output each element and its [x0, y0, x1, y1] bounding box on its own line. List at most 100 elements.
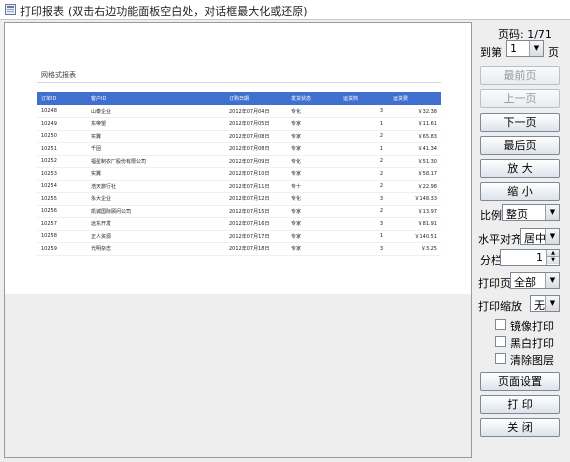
clear-layer-label: 清除图层 [510, 354, 554, 367]
table-cell: 专化 [287, 192, 339, 206]
table-cell: 永大企业 [87, 192, 225, 206]
goto-page-value: 1 [510, 42, 517, 55]
scale-label: 比例 [480, 209, 502, 222]
print-button[interactable]: 打 印 [480, 395, 560, 414]
table-cell: 专家 [287, 230, 339, 243]
report-table: 订单ID 客户ID 订购日期 发货状态 运货商 运货费 10248 山泰企业 201… [37, 92, 441, 256]
chevron-down-icon[interactable]: ▼ [545, 273, 559, 288]
print-preview-area[interactable]: 网格式报表 订单ID 客户ID 订购日期 发货状态 运货商 运货费 10248 山… [4, 22, 472, 458]
table-cell: 2012年07月16日 [225, 217, 287, 231]
mirror-print-checkbox[interactable]: 镜像打印 [495, 318, 565, 333]
zoom-in-button[interactable]: 放 大 [480, 159, 560, 178]
bw-print-checkbox[interactable]: 黑白打印 [495, 335, 565, 350]
spin-up-icon[interactable]: ▲ [547, 250, 559, 257]
table-cell: ￥81.91 [389, 217, 441, 231]
report-header-row: 订单ID 客户ID 订购日期 发货状态 运货商 运货费 [37, 92, 441, 105]
report-body: 10248 山泰企业 2012年07月04日 专化 3 ￥32.38 10249 东帝望 201… [37, 105, 441, 256]
halign-label: 水平对齐 [478, 233, 522, 246]
table-cell: 专家 [287, 242, 339, 256]
table-cell: 2012年07月18日 [225, 242, 287, 256]
column-header: 运货费 [389, 92, 441, 105]
table-cell: 专家 [287, 167, 339, 181]
table-cell: 10249 [37, 117, 87, 131]
table-cell: 10254 [37, 180, 87, 193]
columns-value: 1 [536, 251, 543, 264]
table-cell: 10257 [37, 217, 87, 231]
table-cell: 2012年07月10日 [225, 167, 287, 181]
table-cell: 专家 [287, 117, 339, 131]
print-scale-value: 无 [534, 299, 545, 312]
table-cell: 2012年07月08日 [225, 130, 287, 143]
table-cell: 光明杂志 [87, 242, 225, 256]
print-pages-value: 全部 [514, 276, 536, 289]
table-cell: 专家 [287, 205, 339, 218]
table-cell: 2 [339, 155, 389, 168]
prev-page-button[interactable]: 上一页 [480, 89, 560, 108]
table-cell: 2012年07月12日 [225, 192, 287, 206]
table-cell: 3 [339, 242, 389, 256]
table-cell: ￥140.51 [389, 230, 441, 243]
table-cell: 10252 [37, 155, 87, 168]
chevron-down-icon[interactable]: ▼ [545, 296, 559, 311]
spin-down-icon[interactable]: ▼ [547, 257, 559, 264]
scale-value: 整页 [506, 208, 528, 221]
table-cell: 2012年07月05日 [225, 117, 287, 131]
table-cell: 2012年07月08日 [225, 142, 287, 156]
table-cell: ￥11.61 [389, 117, 441, 131]
table-cell: 实翼 [87, 130, 225, 143]
chevron-down-icon[interactable]: ▼ [529, 41, 543, 56]
table-cell: 2012年07月04日 [225, 105, 287, 118]
checkbox-box[interactable] [495, 353, 506, 364]
table-cell: ￥51.30 [389, 155, 441, 168]
close-button[interactable]: 关 闭 [480, 418, 560, 437]
columns-label: 分栏 [480, 254, 502, 267]
table-cell: 2 [339, 205, 389, 218]
table-row: 10255 永大企业 2012年07月12日 专化 3 ￥148.33 [37, 192, 441, 206]
table-cell: 2 [339, 180, 389, 193]
table-cell: 专家 [287, 130, 339, 143]
table-cell: ￥13.97 [389, 205, 441, 218]
spinner-buttons: ▲ ▼ [546, 250, 559, 265]
halign-select[interactable]: 居中 ▼ [520, 228, 560, 245]
halign-value: 居中 [524, 232, 546, 245]
print-scale-select[interactable]: 无 ▼ [530, 295, 560, 312]
chevron-down-icon[interactable]: ▼ [545, 229, 559, 244]
table-cell: 专家 [287, 142, 339, 156]
page-setup-button[interactable]: 页面设置 [480, 372, 560, 391]
column-header: 订单ID [37, 92, 87, 105]
zoom-out-button[interactable]: 缩 小 [480, 182, 560, 201]
table-cell: 实翼 [87, 167, 225, 181]
title-bar: 打印报表 (双击右边功能面板空白处，对话框最大化或还原) [0, 0, 570, 20]
table-cell: 2012年07月15日 [225, 205, 287, 218]
table-cell: 东帝望 [87, 117, 225, 131]
first-page-button[interactable]: 最前页 [480, 66, 560, 85]
print-pages-select[interactable]: 全部 ▼ [510, 272, 560, 289]
control-panel: 页码: 1/71 到第 1 ▼ 页 最前页 上一页 下一页 最后页 放 大 缩 … [476, 22, 568, 458]
chevron-down-icon[interactable]: ▼ [545, 205, 559, 220]
scale-select[interactable]: 整页 ▼ [502, 204, 560, 221]
next-page-button[interactable]: 下一页 [480, 113, 560, 132]
table-cell: ￥22.98 [389, 180, 441, 193]
table-cell: 3 [339, 217, 389, 231]
table-row: 10248 山泰企业 2012年07月04日 专化 3 ￥32.38 [37, 105, 441, 118]
report-title: 网格式报表 [41, 71, 76, 79]
report-title-divider [37, 82, 441, 83]
table-cell: 2 [339, 130, 389, 143]
table-row: 10251 千固 2012年07月08日 专家 1 ￥41.34 [37, 142, 441, 156]
clear-layer-checkbox[interactable]: 清除图层 [495, 352, 565, 367]
checkbox-box[interactable] [495, 319, 506, 330]
table-cell: 3 [339, 192, 389, 206]
goto-page-select[interactable]: 1 ▼ [506, 40, 544, 57]
table-cell: 10251 [37, 142, 87, 156]
last-page-button[interactable]: 最后页 [480, 136, 560, 155]
table-cell: 专化 [287, 155, 339, 168]
checkbox-box[interactable] [495, 336, 506, 347]
print-pages-label: 打印页 [478, 277, 511, 290]
table-cell: 专家 [287, 217, 339, 231]
table-cell: 福星制衣厂股份有限公司 [87, 155, 225, 168]
columns-spinner[interactable]: 1 ▲ ▼ [500, 249, 560, 266]
table-row: 10257 远东开发 2012年07月16日 专家 3 ￥81.91 [37, 217, 441, 231]
table-cell: ￥3.25 [389, 242, 441, 256]
table-cell: ￥41.34 [389, 142, 441, 156]
table-cell: 1 [339, 117, 389, 131]
